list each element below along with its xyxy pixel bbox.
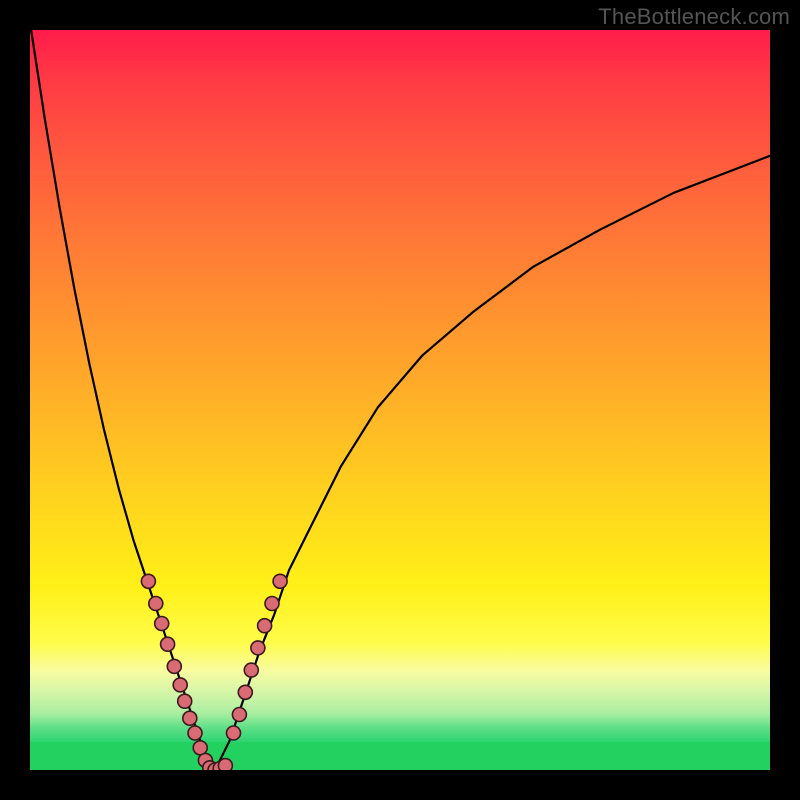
data-dot — [244, 663, 258, 677]
data-dot — [167, 659, 181, 673]
watermark-text: TheBottleneck.com — [598, 4, 790, 30]
chart-frame: TheBottleneck.com — [0, 0, 800, 800]
data-dot — [178, 694, 192, 708]
data-dot — [265, 597, 279, 611]
data-dot — [183, 711, 197, 725]
data-dot — [173, 678, 187, 692]
data-dot — [238, 685, 252, 699]
data-dot — [141, 574, 155, 588]
data-dot — [155, 617, 169, 631]
curve-left — [30, 30, 215, 770]
data-dot — [218, 759, 232, 770]
data-dot — [149, 597, 163, 611]
chart-svg — [30, 30, 770, 770]
data-dot — [258, 619, 272, 633]
data-dot — [227, 726, 241, 740]
data-dots — [141, 574, 287, 770]
data-dot — [188, 726, 202, 740]
data-dot — [232, 708, 246, 722]
plot-area — [30, 30, 770, 770]
data-dot — [251, 641, 265, 655]
data-dot — [273, 574, 287, 588]
curve-right — [215, 156, 770, 770]
data-dot — [161, 637, 175, 651]
